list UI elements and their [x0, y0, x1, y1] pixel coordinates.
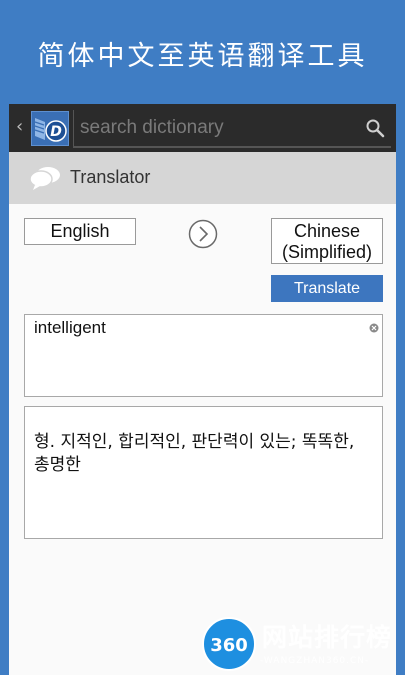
watermark-text: 网站排行榜 [262, 623, 393, 652]
banner-title: 简体中文至英语翻译工具 [37, 41, 368, 72]
watermark: 360 网站排行榜 -WANGZHAN360.CN- [190, 612, 405, 675]
search-input[interactable] [80, 117, 350, 139]
chevron-right-circle-icon[interactable] [188, 219, 218, 249]
app-screen: ‹ D Tran [9, 104, 396, 675]
svg-text:360: 360 [210, 635, 248, 656]
chevron-left-icon[interactable]: ‹ [16, 116, 23, 137]
panel-title: Translator [70, 167, 151, 187]
target-language-button[interactable]: Chinese (Simplified) [271, 218, 383, 264]
source-language-button[interactable]: English [24, 218, 136, 245]
speech-bubbles-icon [29, 165, 61, 191]
source-text[interactable]: intelligent [34, 318, 106, 338]
translator-header: Translator [9, 152, 396, 204]
watermark-subtext: -WANGZHAN360.CN- [260, 656, 370, 666]
promo-banner: 简体中文至英语翻译工具 [0, 0, 405, 104]
source-text-field[interactable]: intelligent [24, 314, 383, 397]
target-language-line2: (Simplified) [281, 242, 373, 262]
logo-letter: D [50, 124, 62, 140]
clear-x-icon[interactable] [369, 318, 379, 333]
translate-button[interactable]: Translate [271, 275, 383, 302]
search-bar [73, 110, 391, 148]
translation-output: 형. 지적인, 합리적인, 판단력이 있는; 똑똑한, 총명한 [24, 406, 383, 539]
search-icon[interactable] [365, 118, 385, 138]
translation-text: 형. 지적인, 합리적인, 판단력이 있는; 똑똑한, 총명한 [34, 432, 355, 475]
target-language-line1: Chinese [293, 221, 361, 241]
dictionary-logo-icon[interactable]: D [31, 111, 69, 146]
action-bar: ‹ D [9, 104, 396, 152]
watermark-badge: 360 [202, 617, 256, 671]
